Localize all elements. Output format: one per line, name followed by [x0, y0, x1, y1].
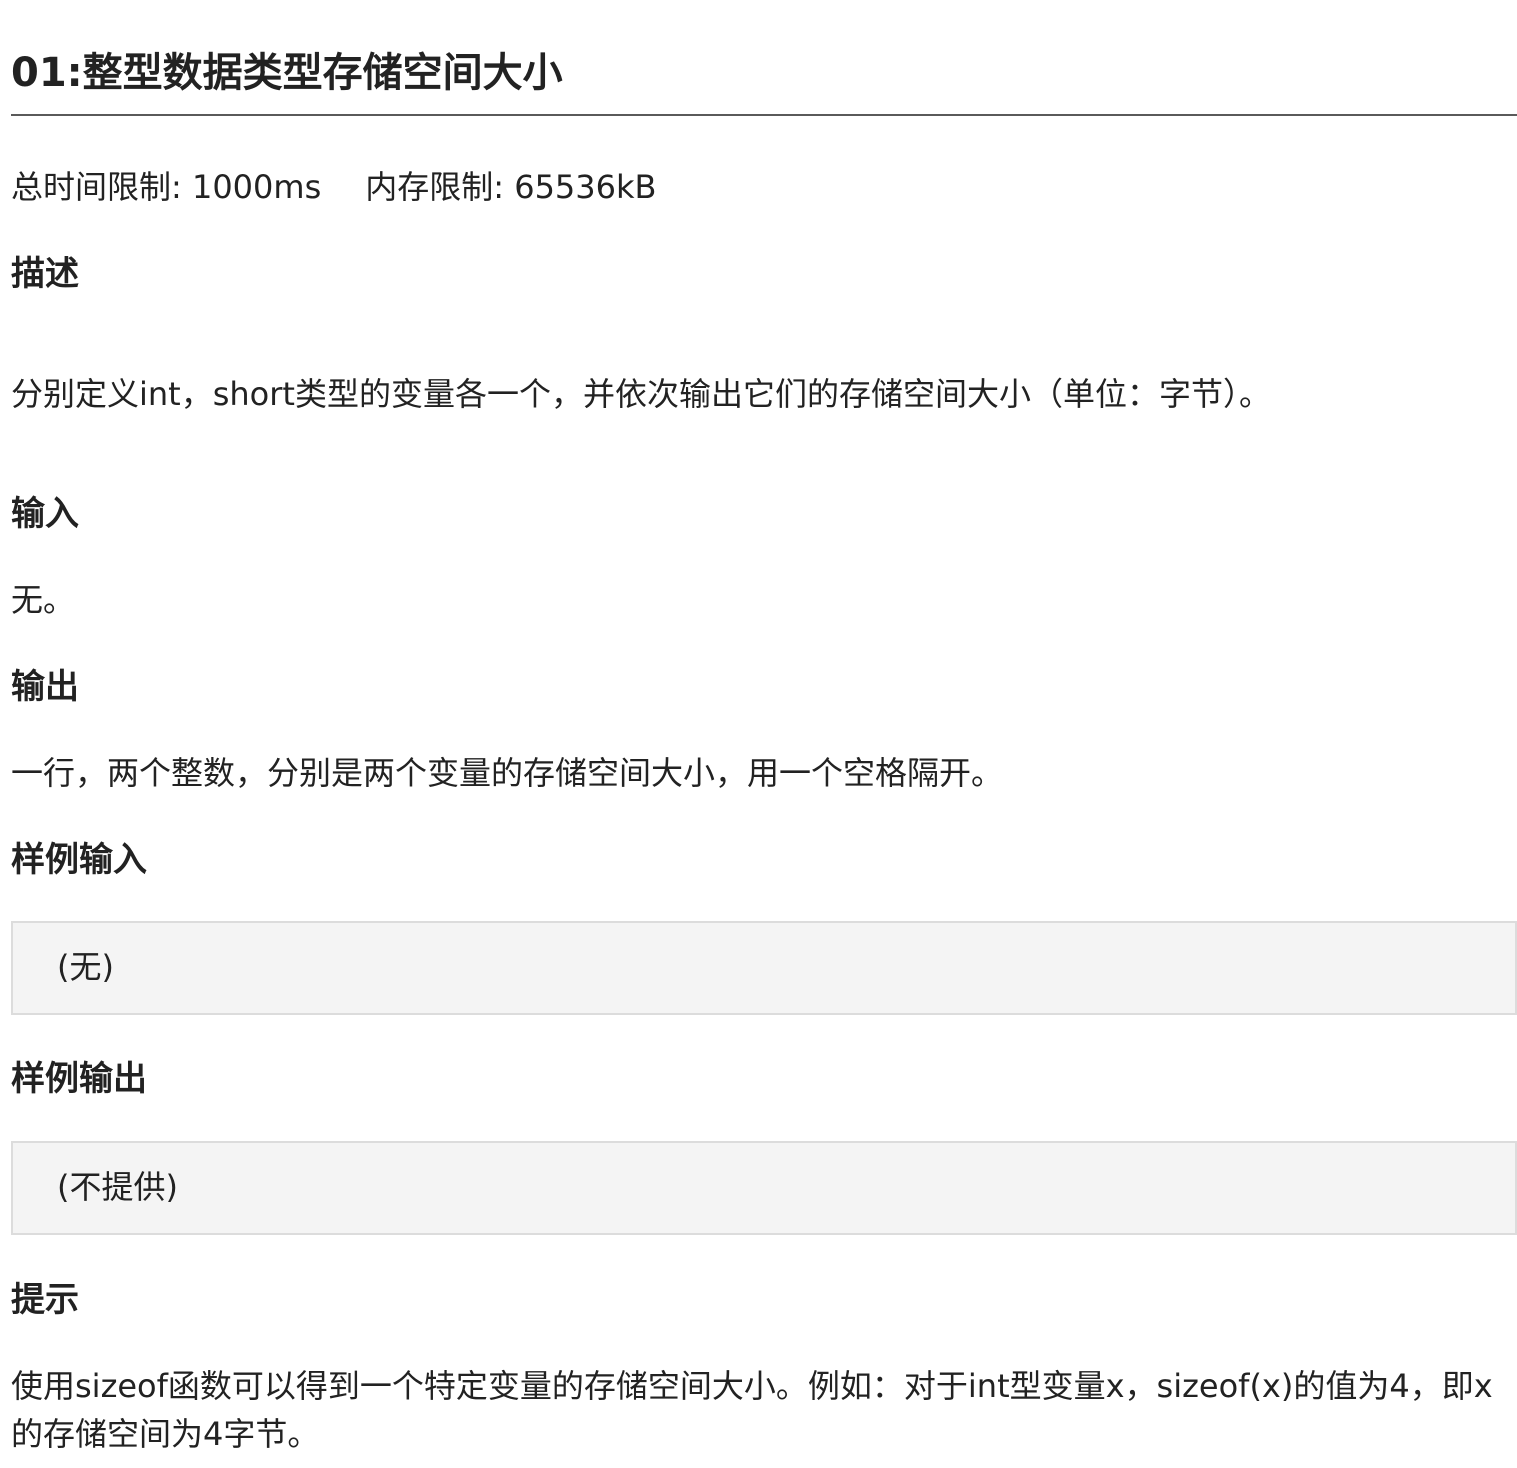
hint-text: 使用sizeof函数可以得到一个特定变量的存储空间大小。例如：对于int型变量x…	[11, 1367, 1493, 1453]
page-title: 01:整型数据类型存储空间大小	[11, 50, 563, 96]
sample-input-heading: 样例输入	[11, 840, 147, 880]
sample-input-content: (无)	[57, 948, 114, 986]
description-heading: 描述	[11, 254, 79, 294]
sample-output-content: (不提供)	[57, 1168, 178, 1206]
memory-limit: 内存限制: 65536kB	[365, 168, 657, 206]
description-text: 分别定义int，short类型的变量各一个，并依次输出它们的存储空间大小（单位：…	[11, 375, 1271, 413]
hint-heading: 提示	[11, 1280, 79, 1320]
limits-bar: 总时间限制: 1000ms 内存限制: 65536kB	[11, 165, 657, 209]
sample-input-box: (无)	[11, 921, 1517, 1015]
time-limit: 总时间限制: 1000ms	[11, 168, 322, 206]
sample-output-box: (不提供)	[11, 1141, 1517, 1235]
output-heading: 输出	[11, 667, 79, 707]
title-divider	[11, 114, 1517, 116]
sample-output-heading: 样例输出	[11, 1059, 147, 1099]
output-text: 一行，两个整数，分别是两个变量的存储空间大小，用一个空格隔开。	[11, 754, 1004, 792]
input-text: 无。	[11, 581, 76, 619]
input-heading: 输入	[11, 494, 79, 534]
